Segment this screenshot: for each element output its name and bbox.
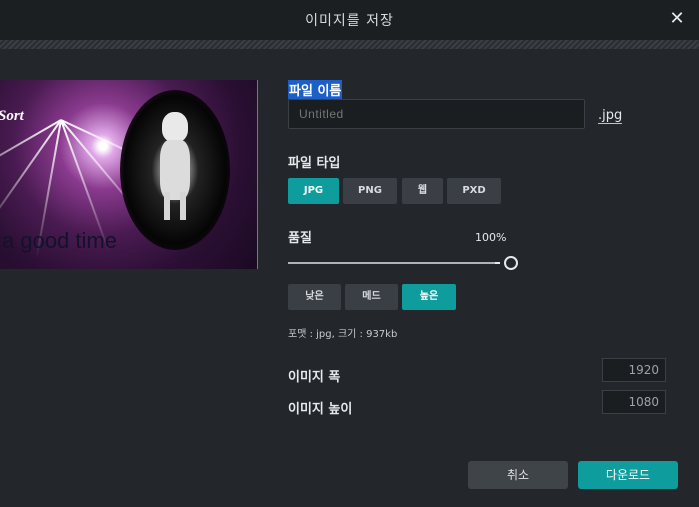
download-button[interactable]: 다운로드 bbox=[578, 461, 678, 489]
titlebar-divider bbox=[0, 40, 699, 49]
preview-logo: Sort bbox=[0, 108, 24, 124]
quality-high-button[interactable]: 높은 bbox=[402, 284, 456, 310]
quality-label: 품질 bbox=[288, 231, 312, 246]
filename-input[interactable] bbox=[288, 99, 585, 129]
filetype-png-button[interactable]: PNG bbox=[343, 178, 397, 204]
preview-caption: a good time bbox=[2, 228, 117, 253]
file-extension: .jpg bbox=[598, 108, 623, 124]
filetype-label: 파일 타입 bbox=[288, 156, 341, 171]
image-width-input[interactable]: 1920 bbox=[602, 358, 666, 382]
quality-low-button[interactable]: 낮은 bbox=[288, 284, 341, 310]
filename-label: 파일 이름 bbox=[288, 80, 343, 99]
image-preview: Sort a good time bbox=[0, 80, 258, 269]
filetype-pxd-button[interactable]: PXD bbox=[447, 178, 501, 204]
image-width-label: 이미지 폭 bbox=[288, 370, 341, 385]
filetype-jpg-button[interactable]: JPG bbox=[288, 178, 339, 204]
close-icon[interactable]: ✕ bbox=[667, 9, 687, 29]
filetype-web-button[interactable]: 웹 bbox=[402, 178, 443, 204]
image-height-input[interactable]: 1080 bbox=[602, 390, 666, 414]
dialog-title: 이미지를 저장 bbox=[305, 13, 394, 29]
quality-slider-handle[interactable] bbox=[504, 256, 518, 270]
quality-slider-mark bbox=[495, 262, 500, 264]
format-info: 포맷 : jpg, 크기 : 937kb bbox=[288, 329, 398, 340]
quality-medium-button[interactable]: 메드 bbox=[345, 284, 398, 310]
dog-image bbox=[158, 112, 192, 222]
quality-slider-fill bbox=[288, 262, 495, 264]
quality-percent: 100% bbox=[475, 231, 507, 244]
dialog-titlebar: 이미지를 저장 ✕ bbox=[0, 0, 699, 40]
image-height-label: 이미지 높이 bbox=[288, 402, 353, 417]
cancel-button[interactable]: 취소 bbox=[468, 461, 568, 489]
